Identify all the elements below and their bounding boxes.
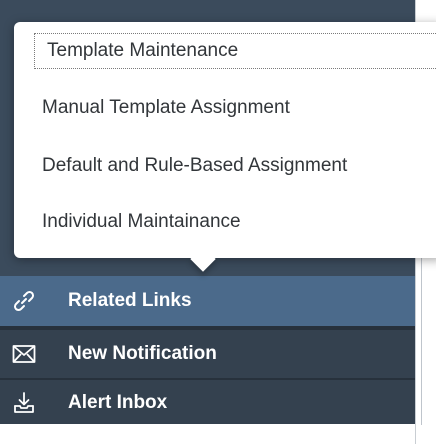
menu-item-label: Manual Template Assignment	[42, 97, 290, 118]
envelope-icon	[10, 340, 38, 368]
menu-item-individual-maintainance[interactable]: Individual Maintainance	[42, 211, 241, 233]
menu-item-template-maintenance[interactable]: Template Maintenance	[34, 33, 436, 69]
nav-item-alert-inbox[interactable]: Alert Inbox	[0, 380, 415, 426]
menu-item-label: Template Maintenance	[47, 40, 239, 61]
nav-item-label: Alert Inbox	[68, 391, 168, 413]
related-links-popover: Template Maintenance Manual Template Ass…	[14, 22, 436, 258]
download-tray-icon	[10, 389, 38, 417]
nav-footer	[0, 424, 415, 444]
nav-item-label: New Notification	[68, 343, 217, 364]
nav-item-label: Related Links	[68, 290, 192, 311]
menu-item-label: Individual Maintainance	[42, 211, 241, 232]
menu-item-label: Default and Rule-Based Assignment	[42, 155, 348, 176]
nav-item-related-links[interactable]: Related Links	[0, 276, 415, 327]
menu-item-manual-template-assignment[interactable]: Manual Template Assignment	[42, 97, 290, 119]
content-divider	[421, 255, 422, 425]
nav-item-new-notification[interactable]: New Notification	[0, 330, 415, 379]
menu-item-default-rule-based-assignment[interactable]: Default and Rule-Based Assignment	[42, 155, 347, 177]
popover-arrow-mask	[180, 236, 230, 258]
link-icon	[10, 287, 38, 315]
